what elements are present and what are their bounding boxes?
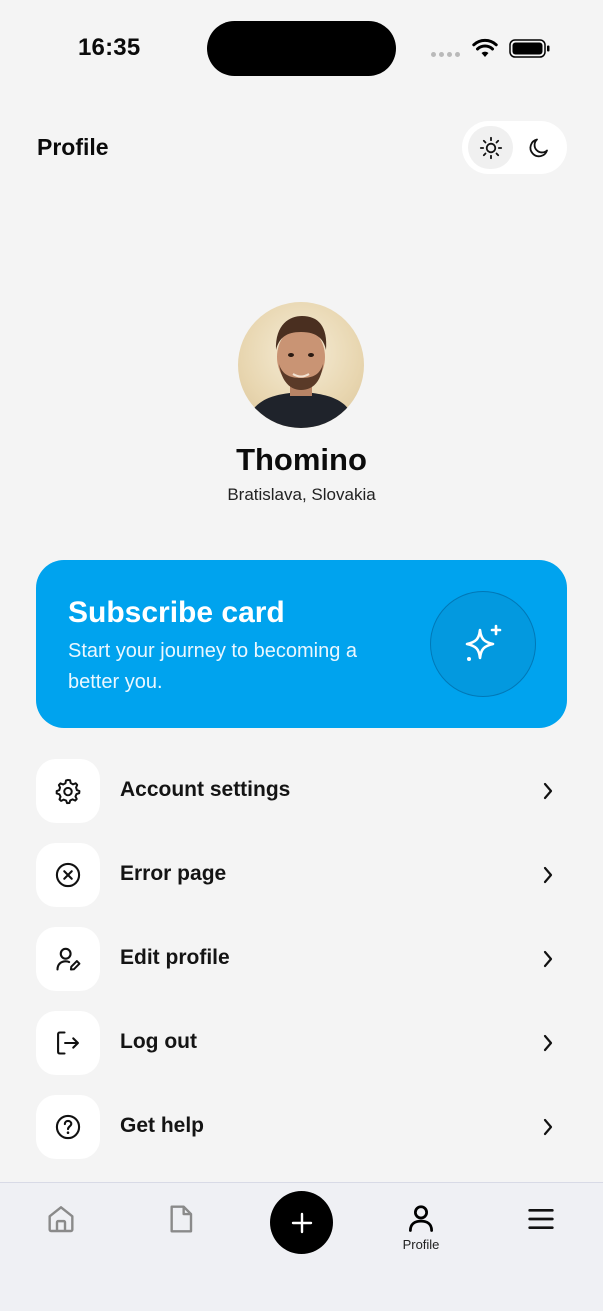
document-icon <box>170 1205 193 1233</box>
menu-item-error-page[interactable]: Error page <box>36 843 567 907</box>
menu-item-label: Get help <box>120 1114 205 1137</box>
chevron-right-icon <box>543 1118 553 1136</box>
chevron-right-icon <box>543 782 553 800</box>
subscribe-card-title: Subscribe card <box>68 596 285 629</box>
menu-icon <box>528 1209 554 1229</box>
menu-icon-box <box>36 843 100 907</box>
menu-item-label: Error page <box>120 862 227 885</box>
sparkles-icon <box>465 624 502 661</box>
nav-add-button[interactable] <box>270 1191 333 1254</box>
dark-mode-button[interactable] <box>516 126 561 169</box>
avatar-portrait <box>246 316 356 428</box>
subscribe-card-text: Start your journey to becoming a better … <box>68 640 358 693</box>
menu-item-edit-profile[interactable]: Edit profile <box>36 927 567 991</box>
menu-icon-box <box>36 1011 100 1075</box>
nav-documents[interactable] <box>151 1203 211 1263</box>
moon-icon <box>529 138 548 157</box>
gear-icon <box>55 778 81 805</box>
help-circle-icon <box>55 1114 81 1140</box>
nav-home[interactable] <box>31 1203 91 1263</box>
menu-item-log-out[interactable]: Log out <box>36 1011 567 1075</box>
user-icon <box>409 1205 433 1232</box>
sun-icon <box>479 136 502 159</box>
subscribe-card[interactable]: Subscribe card Start your journey to bec… <box>36 560 567 728</box>
page-title: Profile <box>37 134 109 160</box>
status-time: 16:35 <box>78 34 141 61</box>
chevron-right-icon <box>543 866 553 884</box>
dynamic-island <box>207 21 396 76</box>
menu-item-label: Account settings <box>120 778 291 801</box>
sparkle-button[interactable] <box>430 591 536 697</box>
nav-label-profile: Profile <box>402 1237 440 1252</box>
menu-icon-box <box>36 1095 100 1159</box>
light-mode-button[interactable] <box>468 126 513 169</box>
menu-item-label: Edit profile <box>120 946 230 969</box>
menu-item-label: Log out <box>120 1030 197 1053</box>
menu-icon-box <box>36 927 100 991</box>
bottom-nav: Profile <box>0 1182 603 1311</box>
chevron-right-icon <box>543 950 553 968</box>
menu-item-account-settings[interactable]: Account settings <box>36 759 567 823</box>
home-icon <box>48 1206 74 1233</box>
menu-item-get-help[interactable]: Get help <box>36 1095 567 1159</box>
nav-profile[interactable]: Profile <box>391 1203 451 1263</box>
circle-x-icon <box>55 862 81 888</box>
cellular-signal-icon <box>431 52 460 57</box>
profile-name: Thomino <box>236 442 367 477</box>
battery-icon <box>509 39 550 58</box>
nav-menu[interactable] <box>511 1203 571 1263</box>
theme-toggle[interactable] <box>462 121 567 174</box>
user-edit-icon <box>56 947 81 971</box>
wifi-icon <box>472 38 498 57</box>
profile-screen: 16:35 Profile Thomino Bratislava, Slovak… <box>0 0 603 1311</box>
avatar[interactable] <box>238 302 364 428</box>
logout-icon <box>57 1031 79 1055</box>
plus-icon <box>291 1212 312 1233</box>
chevron-right-icon <box>543 1034 553 1052</box>
profile-location: Bratislava, Slovakia <box>227 485 376 504</box>
menu-icon-box <box>36 759 100 823</box>
